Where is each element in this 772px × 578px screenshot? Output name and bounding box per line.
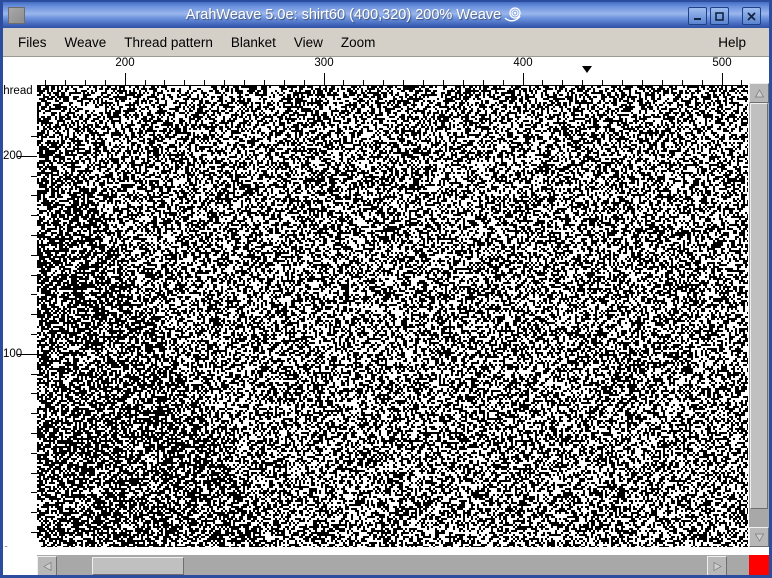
weave-pattern-view[interactable]: [37, 85, 749, 548]
close-icon: [747, 12, 756, 20]
triangle-down-icon: [754, 533, 764, 542]
ruler-label-200: 200: [3, 150, 23, 162]
application-window: ArahWeave 5.0e: shirt60 (400,320) 200% W…: [0, 0, 772, 578]
ruler-major-tick: [324, 73, 325, 85]
vertical-scrollbar-thumb[interactable]: [750, 103, 768, 509]
ruler-label-500: 500: [712, 57, 732, 69]
client-area: 200 300 400 500 thread 200 100 0: [3, 57, 769, 575]
window-title-text: ArahWeave 5.0e: shirt60 (400,320) 200% W…: [185, 7, 502, 23]
app-icon[interactable]: [8, 6, 25, 24]
ruler-major-tick: [125, 73, 126, 85]
menu-item-view[interactable]: View: [285, 32, 332, 53]
vertical-ruler-unit-label: thread: [3, 85, 33, 97]
ruler-label-400: 400: [513, 57, 533, 69]
maximize-icon: [715, 11, 724, 21]
scroll-down-button[interactable]: [749, 527, 769, 547]
triangle-up-icon: [754, 88, 764, 97]
triangle-left-icon: [42, 561, 51, 571]
ruler-label-300: 300: [314, 57, 334, 69]
ruler-major-tick: [722, 73, 723, 85]
title-bar[interactable]: ArahWeave 5.0e: shirt60 (400,320) 200% W…: [3, 2, 769, 28]
menu-bar: Files Weave Thread pattern Blanket View …: [3, 28, 769, 57]
menu-item-thread-pattern[interactable]: Thread pattern: [115, 32, 222, 53]
horizontal-ruler[interactable]: 200 300 400 500: [3, 57, 749, 85]
ruler-label-0: 0: [3, 546, 9, 547]
vertical-ruler[interactable]: thread 200 100 0: [3, 85, 37, 547]
menu-item-blanket[interactable]: Blanket: [222, 32, 285, 53]
horizontal-scrollbar-thumb[interactable]: [92, 557, 184, 575]
scroll-left-button[interactable]: [37, 556, 57, 575]
minimize-button[interactable]: [688, 7, 707, 25]
triangle-right-icon: [713, 561, 722, 571]
minimize-icon: [694, 17, 701, 20]
ruler-position-marker-icon[interactable]: [582, 66, 592, 73]
swirl-logo-icon: [504, 6, 521, 24]
close-button[interactable]: [742, 7, 761, 25]
weave-canvas[interactable]: [37, 86, 749, 547]
scroll-right-button[interactable]: [707, 556, 727, 575]
menu-item-weave[interactable]: Weave: [56, 32, 116, 53]
menu-item-files[interactable]: Files: [9, 32, 56, 53]
menu-item-help[interactable]: Help: [709, 32, 755, 53]
ruler-major-tick: [523, 73, 524, 85]
horizontal-scrollbar[interactable]: [37, 554, 749, 575]
ruler-label-200: 200: [115, 57, 135, 69]
vertical-scrollbar[interactable]: [748, 83, 769, 547]
ruler-label-100: 100: [3, 348, 23, 360]
scrollbar-corner-indicator[interactable]: [749, 555, 769, 575]
scroll-up-button[interactable]: [749, 83, 769, 103]
maximize-button[interactable]: [710, 7, 729, 25]
menu-item-zoom[interactable]: Zoom: [332, 32, 385, 53]
window-title: ArahWeave 5.0e: shirt60 (400,320) 200% W…: [28, 6, 679, 24]
